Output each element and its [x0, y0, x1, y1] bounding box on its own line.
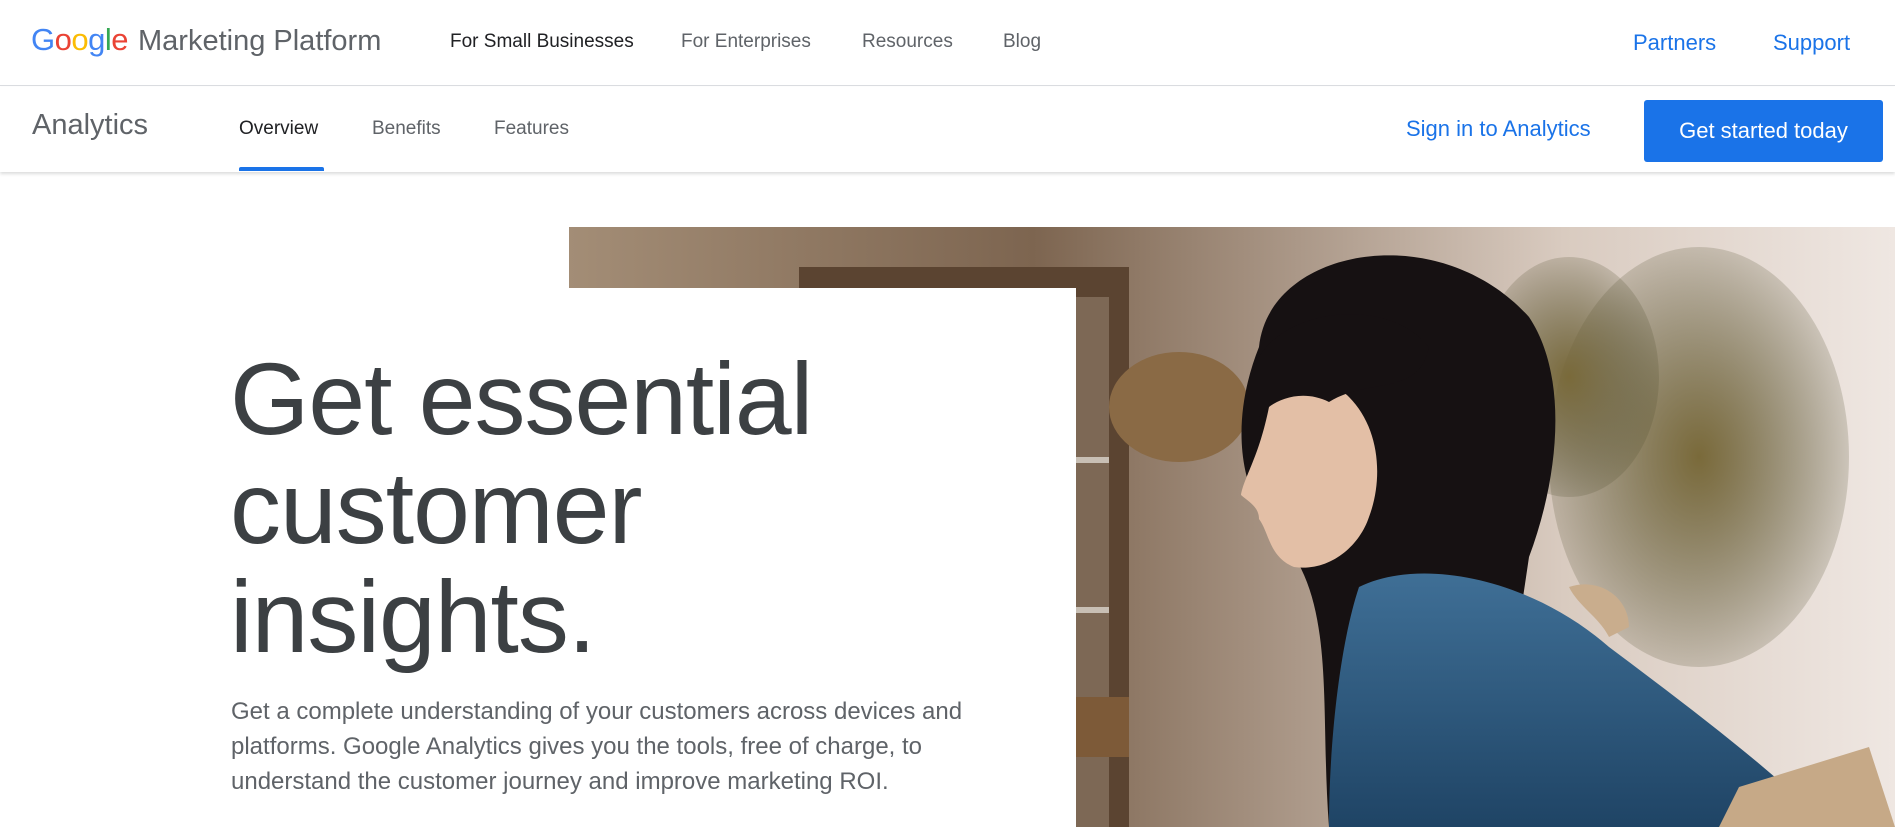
headline-line: Get essential: [230, 342, 813, 456]
headline-line: customer: [230, 451, 642, 565]
hero-headline: Get essential customer insights.: [230, 345, 930, 672]
google-letter: o: [54, 22, 72, 57]
google-letter: G: [31, 22, 55, 57]
tab-benefits[interactable]: Benefits: [372, 118, 441, 140]
hero-description: Get a complete understanding of your cus…: [231, 698, 963, 795]
tab-overview[interactable]: Overview: [239, 118, 318, 140]
product-name[interactable]: Analytics: [32, 109, 148, 142]
sign-in-to-analytics-link[interactable]: Sign in to Analytics: [1406, 116, 1591, 142]
google-letter: g: [88, 22, 105, 57]
google-marketing-platform-logo[interactable]: Google Marketing Platform: [31, 22, 381, 58]
nav-for-enterprises[interactable]: For Enterprises: [681, 31, 811, 53]
support-link[interactable]: Support: [1773, 30, 1850, 56]
google-wordmark: Google: [31, 22, 129, 58]
nav-resources[interactable]: Resources: [862, 31, 953, 53]
google-letter: o: [71, 22, 89, 57]
tab-features[interactable]: Features: [494, 118, 569, 140]
nav-blog[interactable]: Blog: [1003, 31, 1041, 53]
partners-link[interactable]: Partners: [1633, 30, 1716, 56]
headline-line: insights.: [230, 560, 596, 674]
active-tab-indicator: [239, 167, 324, 171]
product-subnav: Analytics Overview Benefits Features Sig…: [0, 87, 1895, 172]
google-letter: e: [111, 22, 129, 57]
nav-for-small-businesses[interactable]: For Small Businesses: [450, 31, 634, 53]
get-started-today-button[interactable]: Get started today: [1644, 100, 1883, 162]
platform-name: Marketing Platform: [138, 25, 382, 57]
top-navigation-bar: Google Marketing Platform For Small Busi…: [0, 0, 1895, 86]
